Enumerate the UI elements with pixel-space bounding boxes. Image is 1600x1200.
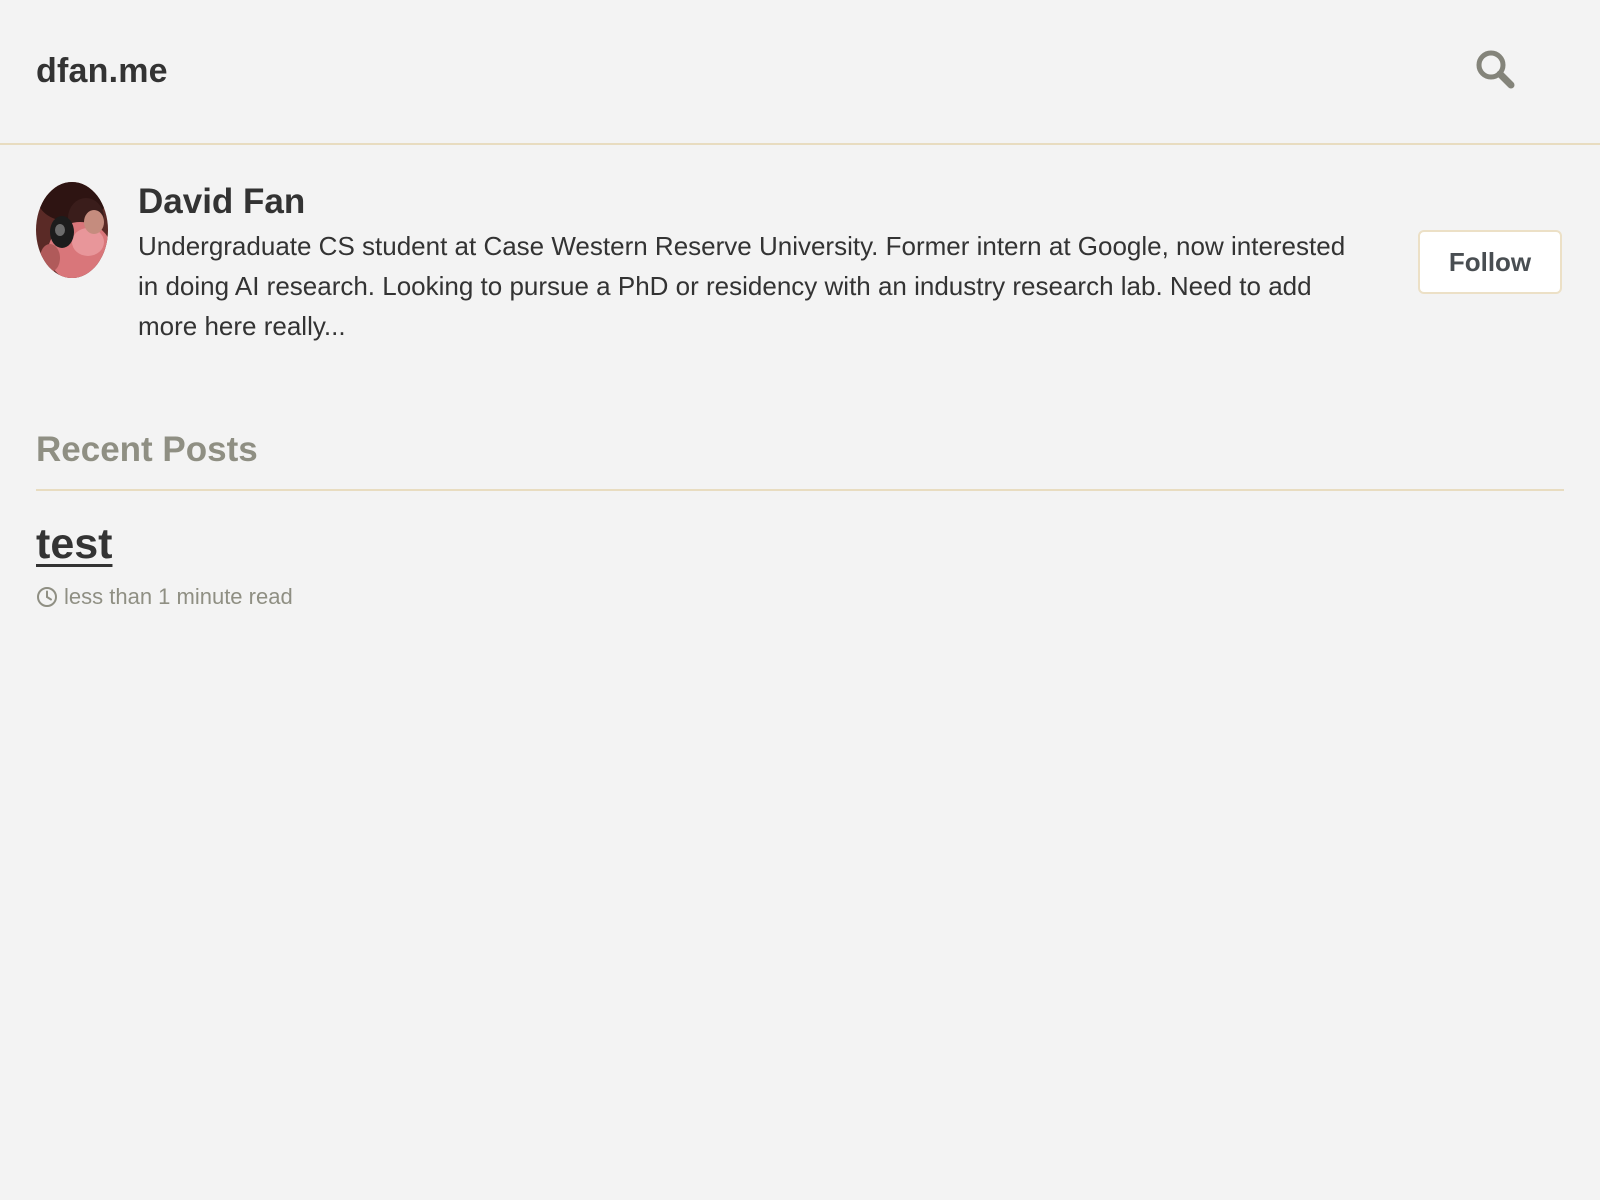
site-title-link[interactable]: dfan.me xyxy=(36,52,168,91)
search-button[interactable] xyxy=(1474,48,1518,92)
author-avatar xyxy=(36,182,108,278)
read-time: less than 1 minute read xyxy=(64,584,293,609)
post-meta: less than 1 minute read xyxy=(36,584,293,610)
section-divider xyxy=(36,489,1564,491)
author-profile: David Fan Undergraduate CS student at Ca… xyxy=(0,146,1600,366)
recent-posts-heading: Recent Posts xyxy=(36,430,258,469)
author-bio: Undergraduate CS student at Case Western… xyxy=(138,231,1346,341)
clock-icon xyxy=(37,587,57,607)
author-name: David Fan xyxy=(138,182,306,221)
avatar-photo xyxy=(36,182,108,278)
search-icon xyxy=(1476,50,1515,89)
post-title-link[interactable]: test xyxy=(36,520,112,569)
follow-button[interactable]: Follow xyxy=(1418,230,1562,294)
masthead: dfan.me xyxy=(0,0,1600,145)
